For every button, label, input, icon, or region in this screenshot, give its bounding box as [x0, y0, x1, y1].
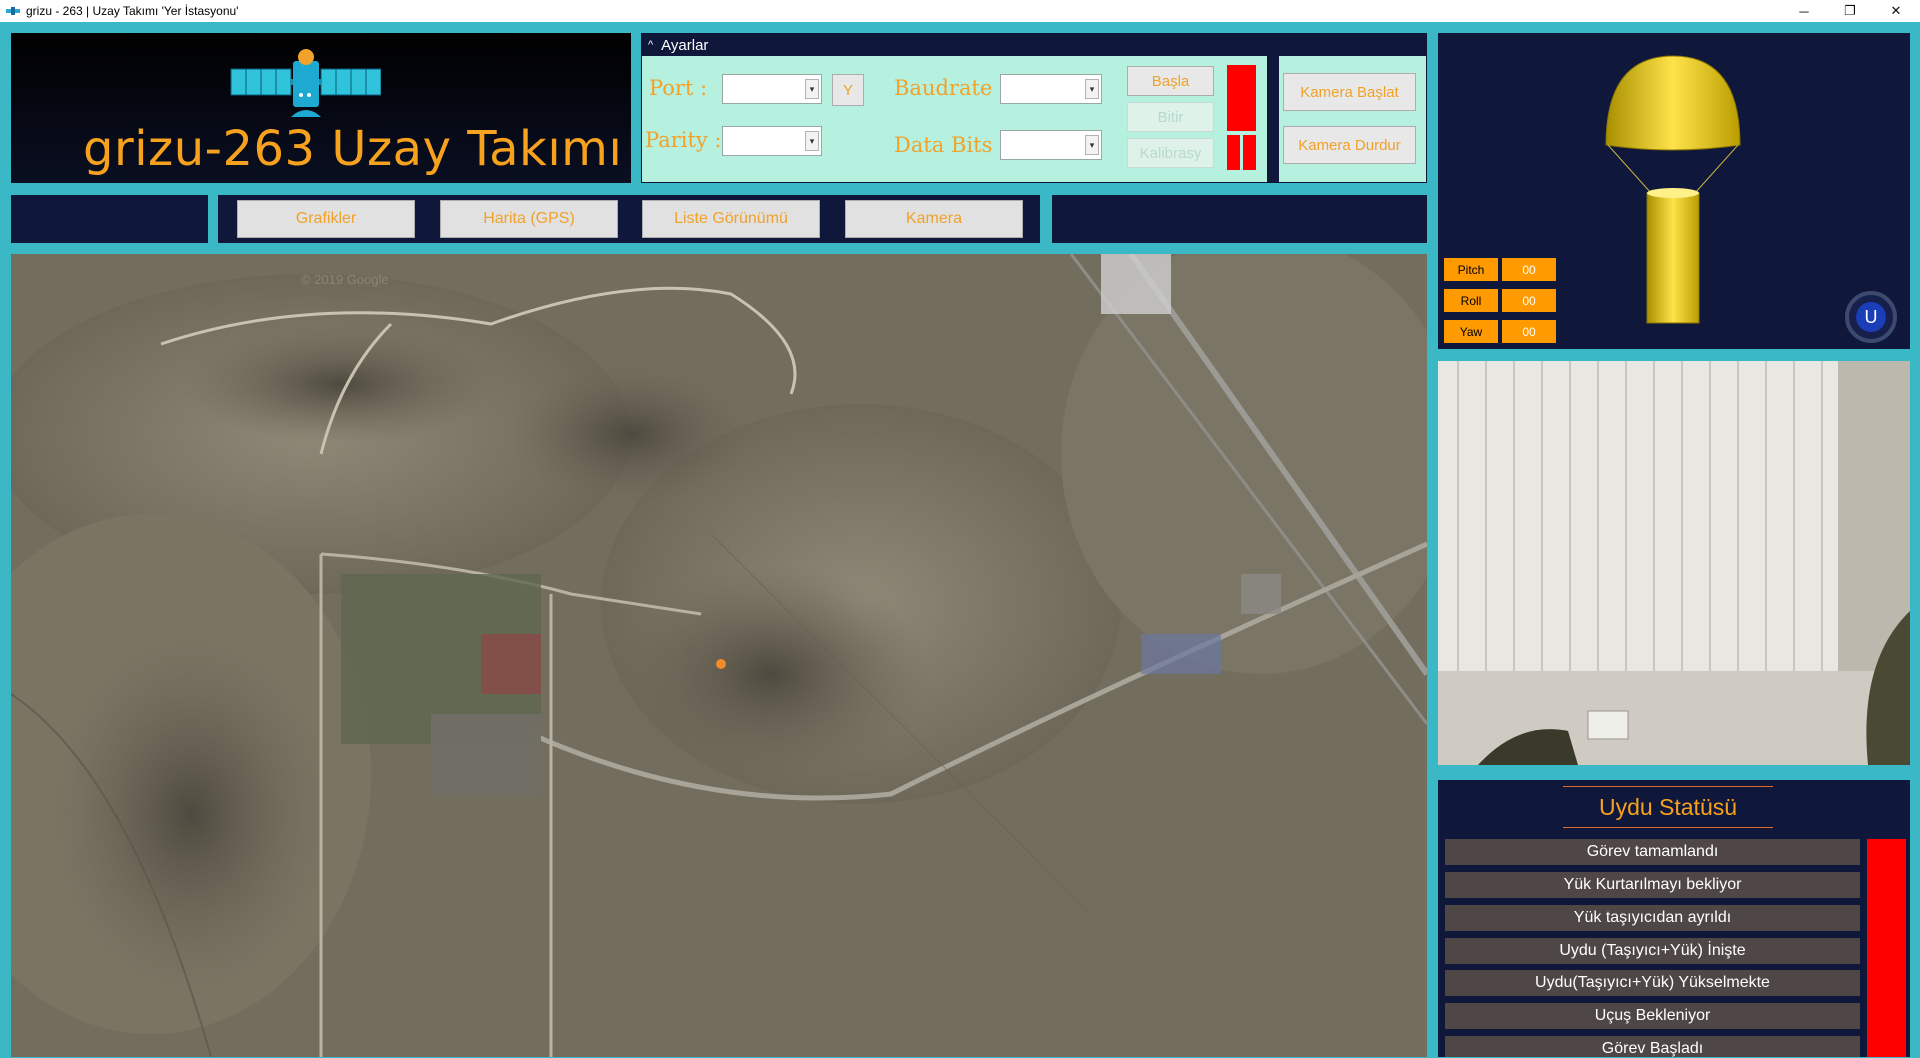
status-progress-indicator [1867, 839, 1906, 1057]
collapse-icon: ^ [648, 39, 654, 51]
status-title: Uydu Statüsü [1563, 786, 1773, 828]
minimize-button[interactable]: ─ [1781, 0, 1827, 22]
status-item-uydu-yukselmekte: Uydu(Taşıyıcı+Yük) Yükselmekte [1445, 970, 1860, 996]
baudrate-label: Baudrate : [894, 76, 1007, 100]
refresh-ports-button[interactable]: Y [832, 74, 864, 106]
navbar-left-strip [11, 195, 208, 243]
indicator-right [1243, 135, 1256, 170]
map-watermark: © 2019 Google [301, 272, 389, 287]
status-item-yuk-tasiyicidan-ayrildi: Yük taşıyıcıdan ayrıldı [1445, 905, 1860, 931]
stop-button[interactable]: Bitir [1127, 102, 1214, 132]
chevron-down-icon: ▾ [1085, 135, 1099, 155]
parity-select[interactable]: ▾ [722, 126, 822, 156]
tab-grafikler[interactable]: Grafikler [237, 200, 415, 238]
chevron-down-icon: ▾ [805, 131, 819, 151]
chevron-down-icon: ▾ [805, 79, 819, 99]
minimize-icon: ─ [1799, 3, 1809, 19]
settings-divider [1267, 56, 1279, 182]
window-titlebar: grizu - 263 | Uzay Takımı 'Yer İstasyonu… [0, 0, 1920, 22]
camera-stop-button[interactable]: Kamera Durdur [1283, 126, 1416, 164]
close-button[interactable]: ✕ [1873, 0, 1919, 22]
roll-value: 00 [1502, 289, 1556, 312]
tab-harita-gps[interactable]: Harita (GPS) [440, 200, 618, 238]
status-item-ucus-bekleniyor: Uçuş Bekleniyor [1445, 1003, 1860, 1029]
gps-map[interactable]: © 2019 Google [11, 254, 1427, 1057]
navbar-right-strip [1052, 195, 1427, 243]
u-button-label: U [1856, 302, 1886, 332]
camera-start-button[interactable]: Kamera Başlat [1283, 73, 1416, 111]
satellite-icon [230, 49, 381, 117]
indicator-left [1227, 135, 1240, 170]
settings-title: Ayarlar [661, 36, 709, 54]
databits-label: Data Bits : [894, 133, 1007, 157]
roll-label: Roll [1444, 289, 1498, 312]
satellite-map-image [11, 254, 1427, 1057]
restore-button[interactable]: ❐ [1827, 0, 1873, 22]
parachute-model-icon [1605, 55, 1741, 324]
connection-indicator [1227, 65, 1256, 131]
window-title: grizu - 263 | Uzay Takımı 'Yer İstasyonu… [26, 4, 239, 18]
port-select[interactable]: ▾ [722, 74, 822, 104]
restore-icon: ❐ [1844, 3, 1856, 18]
parity-label: Parity : [645, 128, 722, 152]
status-item-yuk-kurtarilmayi-bekliyor: Yük Kurtarılmayı bekliyor [1445, 872, 1860, 898]
databits-select[interactable]: ▾ [1000, 130, 1102, 160]
camera-feed [1438, 361, 1910, 765]
app-satellite-icon [6, 5, 20, 17]
close-icon: ✕ [1890, 3, 1902, 18]
yaw-label: Yaw [1444, 320, 1498, 343]
port-label: Port : [649, 76, 708, 100]
u-button[interactable]: U [1845, 291, 1897, 343]
pitch-value: 00 [1502, 258, 1556, 281]
logo-panel: grizu-263 Uzay Takımı [11, 33, 631, 183]
settings-header[interactable]: ^ Ayarlar [642, 34, 1426, 56]
chevron-down-icon: ▾ [1085, 79, 1099, 99]
pitch-label: Pitch [1444, 258, 1498, 281]
tab-kamera[interactable]: Kamera [845, 200, 1023, 238]
status-item-gorev-basladi: Görev Başladı [1445, 1036, 1860, 1057]
status-item-uydu-iniste: Uydu (Taşıyıcı+Yük) İnişte [1445, 938, 1860, 964]
start-button[interactable]: Başla [1127, 66, 1214, 96]
calibrate-button[interactable]: Kalibrasy [1127, 138, 1214, 168]
camera-frame-image [1438, 361, 1910, 765]
tab-liste-gorunumu[interactable]: Liste Görünümü [642, 200, 820, 238]
status-item-gorev-tamamlandi: Görev tamamlandı [1445, 839, 1860, 865]
logo-title: grizu-263 Uzay Takımı [83, 121, 623, 177]
yaw-value: 00 [1502, 320, 1556, 343]
baudrate-select[interactable]: ▾ [1000, 74, 1102, 104]
